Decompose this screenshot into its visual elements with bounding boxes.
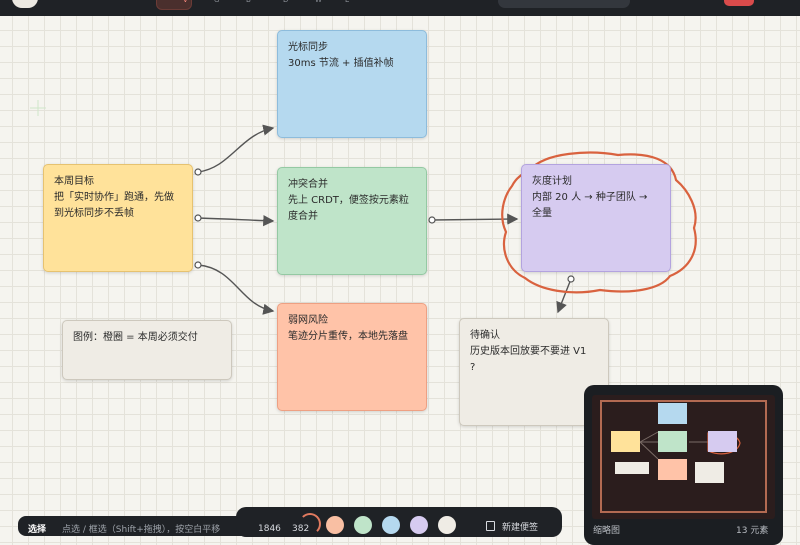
origin-crosshair [30, 100, 46, 116]
note-text: 到光标同步不丢帧 [54, 208, 134, 219]
link-goal-merge[interactable] [197, 215, 275, 227]
note-text: 30ms 节流 + 插值补帧 [288, 58, 394, 69]
minimap-label: 缩略图 [593, 526, 621, 536]
minimap-note [658, 431, 687, 452]
note-text: 度合并 [288, 211, 318, 222]
link-anchor[interactable] [194, 214, 202, 222]
minimap-note [658, 459, 687, 480]
link-merge-gray[interactable] [431, 213, 519, 225]
note-text: 先上 CRDT，便签按元素粒 [288, 195, 409, 206]
note-title: 冲突合并 [288, 179, 328, 190]
note-cursor-sync[interactable]: 光标同步 30ms 节流 + 插值补帧 [277, 30, 427, 138]
mode-label: 选择 [28, 525, 47, 535]
link-anchor[interactable] [194, 261, 202, 269]
note-legend[interactable]: 图例：橙圈 = 本周必须交付 [62, 320, 232, 380]
legend-text: 图例：橙圈 = 本周必须交付 [73, 332, 198, 343]
note-icon [486, 521, 495, 531]
zoom-ring[interactable] [299, 513, 321, 535]
minimap-note [695, 462, 724, 483]
note-title: 本周目标 [54, 176, 94, 187]
link-goal-weak[interactable] [197, 264, 275, 315]
note-text: 全量 [532, 208, 552, 219]
new-note-button[interactable]: 新建便签 [486, 520, 538, 533]
link-goal-cursor[interactable] [197, 124, 275, 173]
note-title: 灰度计划 [532, 176, 572, 187]
color-swatch-green[interactable] [354, 516, 372, 534]
minimap-note [708, 431, 737, 452]
note-text: 内部 20 人 → 种子团队 → [532, 192, 648, 203]
mode-hint: 点选 / 框选（Shift+拖拽），按空白平移 [62, 525, 221, 535]
status-bar: 选择 点选 / 框选（Shift+拖拽），按空白平移 [18, 516, 250, 536]
minimap-note [658, 403, 687, 424]
color-swatch-orange[interactable] [326, 516, 344, 534]
color-swatch-blue[interactable] [382, 516, 400, 534]
note-title: 弱网风险 [288, 315, 328, 326]
note-text: 把「实时协作」跑通，先做 [54, 192, 174, 203]
color-swatch-purple[interactable] [410, 516, 428, 534]
color-swatch-gray[interactable] [438, 516, 456, 534]
minimap-note [611, 431, 640, 452]
note-text: ? [470, 362, 476, 373]
note-text: 历史版本回放要不要进 V1 [470, 346, 587, 357]
new-note-label: 新建便签 [502, 523, 539, 533]
note-text: 笔迹分片重传，本地先落盘 [288, 331, 408, 342]
link-anchor[interactable] [567, 275, 575, 283]
link-anchor[interactable] [194, 168, 202, 176]
minimap-note [615, 462, 649, 474]
minimap-canvas[interactable] [592, 395, 775, 519]
note-weekly-goal[interactable]: 本周目标 把「实时协作」跑通，先做 到光标同步不丢帧 [43, 164, 193, 272]
link-anchor[interactable] [428, 216, 436, 224]
element-count: 13 元素 [736, 526, 769, 536]
minimap-panel[interactable]: 缩略图 13 元素 [584, 385, 783, 545]
note-conflict-merge[interactable]: 冲突合并 先上 CRDT，便签按元素粒 度合并 [277, 167, 427, 275]
link-gray-pending[interactable] [556, 278, 572, 314]
note-gray-release[interactable]: 灰度计划 内部 20 人 → 种子团队 → 全量 [521, 164, 671, 272]
note-title: 光标同步 [288, 42, 328, 53]
note-title: 待确认 [470, 330, 500, 341]
note-weak-network[interactable]: 弱网风险 笔迹分片重传，本地先落盘 [277, 303, 427, 411]
